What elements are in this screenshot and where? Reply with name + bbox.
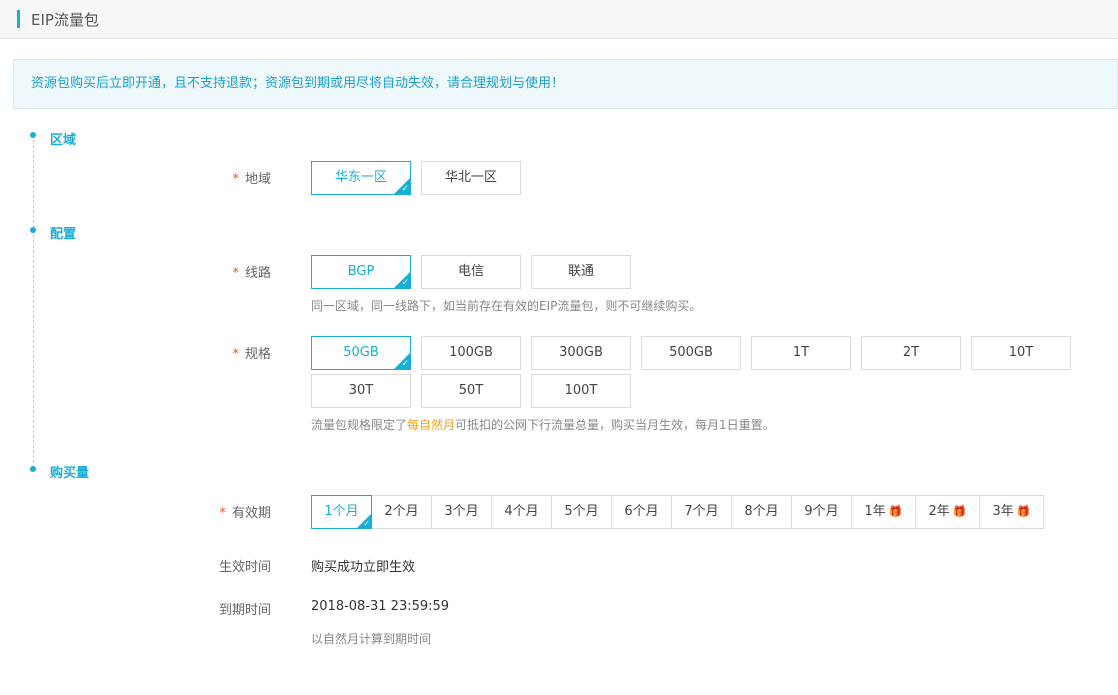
region-label: * 地域 xyxy=(151,168,271,187)
region-label-text: 地域 xyxy=(244,172,271,187)
line-option-label: 联通 xyxy=(567,264,594,279)
spec-option-label: 10T xyxy=(1008,345,1034,360)
expiry-value: 2018-08-31 23:59:59 xyxy=(311,599,450,614)
period-option-11[interactable]: 3年 🎁 xyxy=(979,495,1044,529)
line-option-2[interactable]: 联通 xyxy=(531,255,631,289)
period-option-label: 3个月 xyxy=(444,504,479,519)
section-title-region: 区域 xyxy=(50,133,77,148)
notice-banner: 资源包购买后立即开通，且不支持退款；资源包到期或用尽将自动失效，请合理规划与使用… xyxy=(13,59,1118,109)
spec-option-label: 100T xyxy=(564,383,598,398)
spec-option-1[interactable]: 100GB xyxy=(421,336,521,370)
spec-option-label: 50T xyxy=(458,383,484,398)
line-option-label: 电信 xyxy=(457,264,484,279)
line-option-0[interactable]: BGP ✓ xyxy=(311,255,411,289)
check-icon: ✓ xyxy=(401,184,409,194)
spec-option-7[interactable]: 30T xyxy=(311,374,411,408)
line-hint: 同一区域，同一线路下，如当前存在有效的EIP流量包，则不可继续购买。 xyxy=(311,299,702,313)
period-option-label: 2个月 xyxy=(384,504,419,519)
section-timeline xyxy=(33,140,34,468)
spec-option-0[interactable]: 50GB ✓ xyxy=(311,336,411,370)
effective-label: 生效时间 xyxy=(218,560,271,575)
gift-icon: 🎁 xyxy=(952,505,967,518)
spec-option-label: 100GB xyxy=(449,345,493,360)
spec-option-label: 30T xyxy=(348,383,374,398)
effective-value: 购买成功立即生效 xyxy=(311,560,416,575)
required-mark: * xyxy=(232,347,239,362)
period-label-text: 有效期 xyxy=(231,506,271,521)
region-option-0[interactable]: 华东一区 ✓ xyxy=(311,161,411,195)
page-header: EIP流量包 xyxy=(0,0,1118,39)
period-option-label: 2年 xyxy=(928,504,950,519)
period-option-9[interactable]: 1年 🎁 xyxy=(851,495,916,529)
period-option-label: 8个月 xyxy=(744,504,779,519)
period-option-label: 1个月 xyxy=(324,504,359,519)
period-option-10[interactable]: 2年 🎁 xyxy=(915,495,980,529)
check-icon: ✓ xyxy=(401,278,409,288)
spec-hint-after: 可抵扣的公网下行流量总量，购买当月生效，每月1日重置。 xyxy=(455,418,775,432)
section-title-config: 配置 xyxy=(50,227,77,242)
section-dot-config xyxy=(30,227,36,233)
section-title-purchase: 购买量 xyxy=(50,466,90,481)
period-option-label: 5个月 xyxy=(564,504,599,519)
section-dot-purchase xyxy=(30,466,36,472)
region-option-label: 华东一区 xyxy=(334,170,387,185)
line-label: * 线路 xyxy=(151,262,271,281)
spec-option-4[interactable]: 1T xyxy=(751,336,851,370)
period-label: * 有效期 xyxy=(151,502,271,521)
period-option-2[interactable]: 3个月 xyxy=(431,495,492,529)
region-option-label: 华北一区 xyxy=(444,170,497,185)
line-option-label: BGP xyxy=(347,264,375,279)
spec-option-label: 500GB xyxy=(669,345,713,360)
period-option-5[interactable]: 6个月 xyxy=(611,495,672,529)
period-option-label: 7个月 xyxy=(684,504,719,519)
period-option-4[interactable]: 5个月 xyxy=(551,495,612,529)
period-option-label: 6个月 xyxy=(624,504,659,519)
section-dot-region xyxy=(30,132,36,138)
expiry-label: 到期时间 xyxy=(218,603,271,618)
period-option-6[interactable]: 7个月 xyxy=(671,495,732,529)
period-option-8[interactable]: 9个月 xyxy=(791,495,852,529)
spec-hint-highlight: 每自然月 xyxy=(407,418,456,432)
page-title: EIP流量包 xyxy=(31,11,99,29)
period-option-label: 3年 xyxy=(992,504,1014,519)
line-option-1[interactable]: 电信 xyxy=(421,255,521,289)
period-option-label: 1年 xyxy=(864,504,886,519)
spec-option-label: 1T xyxy=(792,345,810,360)
period-option-7[interactable]: 8个月 xyxy=(731,495,792,529)
spec-option-2[interactable]: 300GB xyxy=(531,336,631,370)
spec-hint-before: 流量包规格限定了 xyxy=(311,418,408,432)
check-icon: ✓ xyxy=(363,519,370,528)
line-label-text: 线路 xyxy=(244,266,271,281)
period-option-3[interactable]: 4个月 xyxy=(491,495,552,529)
spec-option-label: 300GB xyxy=(559,345,603,360)
period-option-label: 4个月 xyxy=(504,504,539,519)
expiry-hint: 以自然月计算到期时间 xyxy=(311,632,432,646)
required-mark: * xyxy=(232,266,239,281)
spec-label: * 规格 xyxy=(151,343,271,362)
spec-option-label: 2T xyxy=(902,345,920,360)
spec-option-5[interactable]: 2T xyxy=(861,336,961,370)
required-mark: * xyxy=(219,506,226,521)
period-option-0[interactable]: 1个月 ✓ xyxy=(311,495,372,529)
spec-label-text: 规格 xyxy=(244,347,271,362)
check-icon: ✓ xyxy=(401,359,409,369)
period-option-label: 9个月 xyxy=(804,504,839,519)
required-mark: * xyxy=(232,172,239,187)
spec-option-9[interactable]: 100T xyxy=(531,374,631,408)
spec-option-label: 50GB xyxy=(343,345,379,360)
period-segmented-control: 1个月 ✓ 2个月 3个月 4个月 5个月 6个月 7个月 8个月 9个月 1年… xyxy=(311,495,1044,529)
title-accent-bar xyxy=(17,10,20,28)
spec-option-6[interactable]: 10T xyxy=(971,336,1071,370)
spec-hint: 流量包规格限定了每自然月可抵扣的公网下行流量总量，购买当月生效，每月1日重置。 xyxy=(311,416,775,433)
gift-icon: 🎁 xyxy=(888,505,903,518)
spec-option-8[interactable]: 50T xyxy=(421,374,521,408)
spec-option-3[interactable]: 500GB xyxy=(641,336,741,370)
region-option-1[interactable]: 华北一区 xyxy=(421,161,521,195)
period-option-1[interactable]: 2个月 xyxy=(371,495,432,529)
gift-icon: 🎁 xyxy=(1016,505,1031,518)
